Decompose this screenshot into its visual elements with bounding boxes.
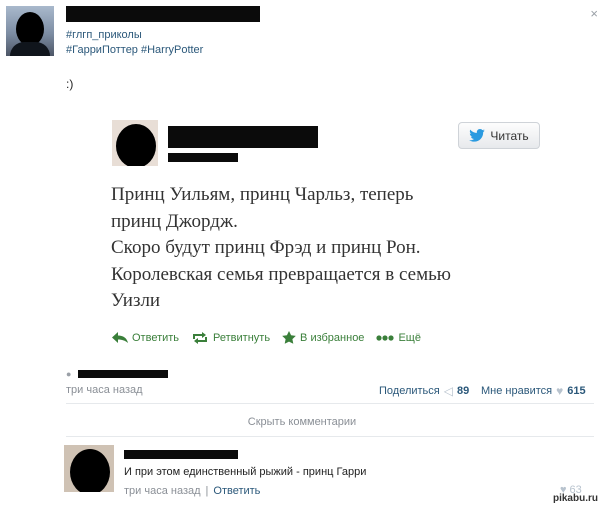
tweet-line-4: Королевская семья превращается в семью [111,263,451,285]
like-button[interactable]: Мне нравится ♥ 615 [481,384,586,398]
tweet-line-1: Принц Уильям, принц Чарльз, теперь [111,184,414,205]
comment-time[interactable]: три часа назад [124,485,201,497]
person-icon: ● [66,369,72,379]
watermark: pikabu.ru [552,493,598,504]
commenter-name-redacted [124,450,238,459]
share-label: Поделиться [379,385,440,397]
tweet-author-avatar[interactable] [112,120,158,166]
favorite-label: В избранное [300,331,365,344]
author-avatar[interactable] [6,6,54,56]
hashtags-line1[interactable]: #глгп_приколы [66,29,142,41]
tweet-retweet-button[interactable]: Ретвитнуть [191,331,271,344]
follow-button[interactable]: Читать [458,122,540,149]
tweet-line-2: принц Джордж. [111,210,238,232]
megaphone-icon: ◁ [443,384,453,398]
tweet-reply-button[interactable]: Ответить [112,332,179,344]
tweet-line-3: Скоро будут принц Фрэд и принц Рон. [111,237,421,258]
tweet-favorite-button[interactable]: В избранное [282,331,364,344]
hashtags-line2[interactable]: #ГарриПоттер #HarryPotter [66,44,203,56]
more-dots-icon [376,334,395,341]
heart-icon: ♥ [556,384,564,398]
retweet-icon [193,331,208,344]
comment-reply-link[interactable]: Ответить [213,485,260,497]
share-count: 89 [456,385,470,397]
divider [66,436,594,437]
follow-label: Читать [490,128,529,143]
tweet-more-button[interactable]: Ещё [376,332,421,344]
star-icon [282,331,296,344]
twitter-bird-icon [469,129,486,142]
tweet-author-handle-redacted [168,153,238,162]
share-button[interactable]: Поделиться ◁ 89 [379,384,469,398]
separator: | [205,485,209,497]
comment-meta: три часа назад | Ответить [124,485,260,497]
tweet-actions: Ответить Ретвитнуть В избранное Ещё [112,331,433,344]
reposter-name-redacted [78,370,168,378]
comment-text: И при этом единственный рыжий - принц Га… [124,466,367,478]
hide-comments-label: Скрыть комментарии [247,416,357,428]
tweet-line-5: Уизли [111,290,161,311]
tweet-text: Принц Уильям, принц Чарльз, теперь принц… [111,182,541,315]
divider [66,403,594,404]
retweet-label: Ретвитнуть [213,331,271,344]
post-body: :) [66,77,74,91]
reply-label: Ответить [132,331,180,344]
commenter-avatar[interactable] [64,445,114,492]
hide-comments-link[interactable]: Скрыть комментарии [0,416,604,428]
reply-arrow-icon [112,332,128,343]
tweet-author-name-redacted [168,126,318,148]
post-time[interactable]: три часа назад [66,384,143,396]
close-icon[interactable]: × [590,6,598,21]
more-label: Ещё [398,331,421,344]
like-count: 615 [567,385,586,397]
like-label: Мне нравится [481,385,553,397]
author-name-redacted [66,6,260,22]
